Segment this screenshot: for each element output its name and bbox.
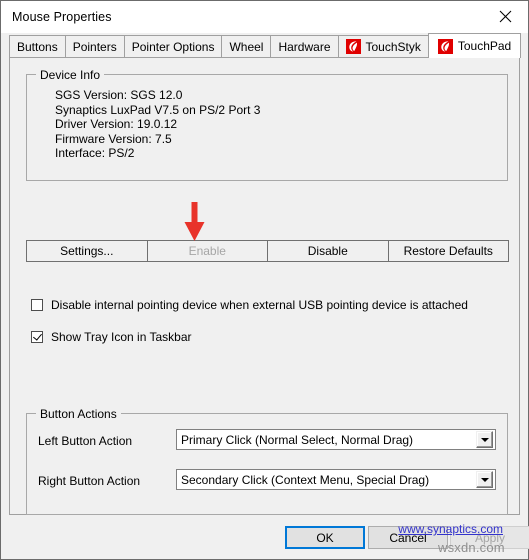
device-info-group: Device Info SGS Version: SGS 12.0 Synapt…	[26, 68, 508, 181]
synaptics-logo-icon	[345, 39, 361, 54]
button-label: OK	[316, 530, 334, 545]
left-button-action-value: Primary Click (Normal Select, Normal Dra…	[181, 432, 414, 447]
touchpad-tab-panel: Device Info SGS Version: SGS 12.0 Synapt…	[9, 57, 520, 536]
tab-label: Pointer Options	[131, 39, 215, 54]
close-icon[interactable]	[483, 2, 528, 32]
enable-button[interactable]: Enable	[146, 240, 268, 262]
checkbox-label: Disable internal pointing device when ex…	[51, 298, 468, 312]
tab-label: Hardware	[278, 39, 331, 54]
settings-button[interactable]: Settings...	[26, 240, 148, 262]
annotation-arrow-icon	[173, 200, 215, 244]
chevron-down-icon[interactable]	[476, 431, 493, 448]
tab-pointer-options[interactable]: Pointer Options	[123, 35, 223, 57]
device-info-line: Synaptics LuxPad V7.5 on PS/2 Port 3	[55, 102, 261, 117]
device-info-line: SGS Version: SGS 12.0	[55, 88, 183, 102]
button-actions-legend: Button Actions	[36, 407, 121, 421]
device-info-line: Firmware Version: 7.5	[55, 131, 172, 146]
button-label: Disable	[307, 244, 348, 258]
button-label: Restore Defaults	[403, 244, 493, 258]
tab-label: Buttons	[17, 39, 58, 54]
ok-button[interactable]: OK	[285, 526, 365, 549]
left-button-action-label: Left Button Action	[38, 434, 133, 448]
checkbox-disable-internal-pointing-device[interactable]: Disable internal pointing device when ex…	[31, 298, 468, 312]
tab-pointers[interactable]: Pointers	[64, 35, 125, 57]
tab-touchstyk[interactable]: TouchStyk	[337, 35, 429, 57]
checkbox-box[interactable]	[31, 299, 43, 311]
right-button-action-label: Right Button Action	[38, 474, 141, 488]
tab-label: TouchStyk	[365, 39, 421, 54]
tab-strip: Buttons Pointers Pointer Options Wheel H…	[1, 33, 528, 58]
left-button-action-dropdown[interactable]: Primary Click (Normal Select, Normal Dra…	[176, 429, 496, 450]
device-info-legend: Device Info	[36, 68, 105, 82]
disable-button[interactable]: Disable	[267, 240, 389, 262]
right-button-action-value: Secondary Click (Context Menu, Special D…	[181, 472, 430, 487]
mouse-properties-window: Mouse Properties Buttons Pointers Pointe…	[0, 0, 529, 560]
device-info-line: Interface: PS/2	[55, 146, 135, 160]
device-info-list: SGS Version: SGS 12.0 Synaptics LuxPad V…	[55, 88, 260, 161]
tab-touchpad[interactable]: TouchPad	[427, 33, 522, 58]
synaptics-website-link[interactable]: www.synaptics.com	[398, 522, 503, 536]
tab-label: TouchPad	[457, 39, 512, 53]
restore-defaults-button[interactable]: Restore Defaults	[387, 240, 509, 262]
button-actions-group: Button Actions Left Button Action Primar…	[26, 407, 508, 515]
checkbox-label: Show Tray Icon in Taskbar	[51, 330, 192, 344]
right-button-action-dropdown[interactable]: Secondary Click (Context Menu, Special D…	[176, 469, 496, 490]
checkbox-show-tray-icon[interactable]: Show Tray Icon in Taskbar	[31, 330, 192, 344]
tab-buttons[interactable]: Buttons	[9, 35, 66, 57]
chevron-down-icon[interactable]	[476, 471, 493, 488]
window-title: Mouse Properties	[12, 9, 112, 24]
title-bar: Mouse Properties	[1, 1, 528, 33]
checkbox-box[interactable]	[31, 331, 43, 343]
synaptics-logo-icon	[437, 38, 453, 54]
tab-wheel[interactable]: Wheel	[221, 35, 272, 57]
button-label: Enable	[188, 244, 226, 258]
device-action-buttons: Settings... Enable Disable Restore Defau…	[26, 240, 509, 262]
button-label: Settings...	[60, 244, 114, 258]
tab-hardware[interactable]: Hardware	[270, 35, 339, 57]
tab-label: Wheel	[229, 39, 264, 54]
tab-label: Pointers	[72, 39, 117, 54]
device-info-line: Driver Version: 19.0.12	[55, 117, 178, 131]
